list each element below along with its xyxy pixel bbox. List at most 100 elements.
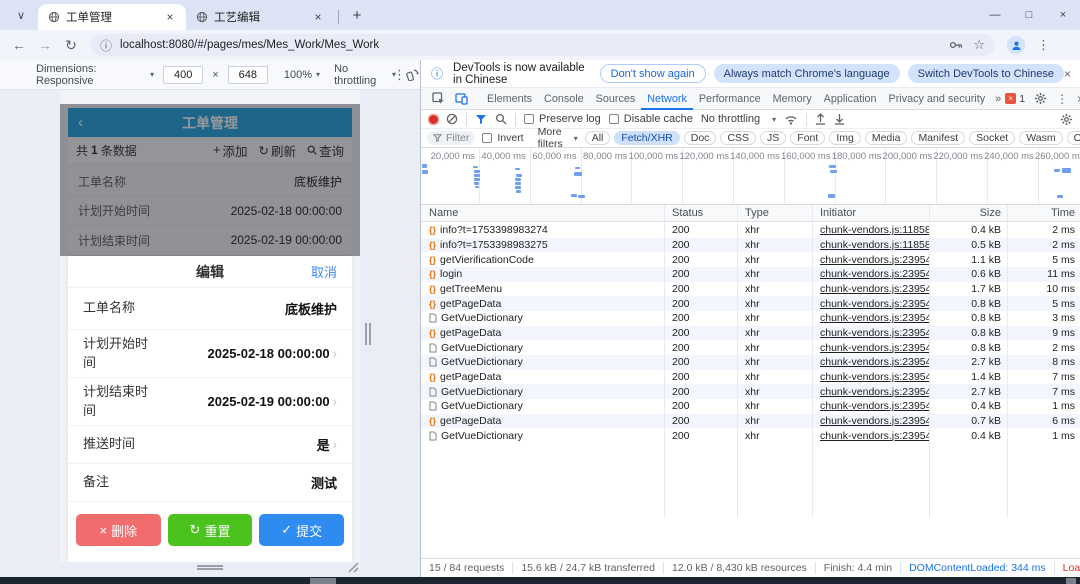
more-filters-dropdown[interactable]: More filters — [538, 126, 563, 150]
filter-chip[interactable]: Socket — [969, 131, 1016, 145]
network-request-row[interactable]: {} info?t=1753398983274 200 xhr chunk-ve… — [421, 223, 1080, 238]
preserve-log-checkbox[interactable]: Preserve log — [524, 113, 601, 125]
reload-button[interactable]: ↻ — [58, 37, 84, 54]
initiator-link[interactable]: chunk-vendors.js:23954 — [820, 430, 929, 442]
initiator-link[interactable]: chunk-vendors.js:23954 — [820, 312, 929, 324]
network-request-row[interactable]: {} getPageData 200 xhr chunk-vendors.js:… — [421, 325, 1080, 341]
network-request-row[interactable]: {} GetVueDictionary 200 xhr chunk-vendor… — [421, 384, 1080, 399]
form-row[interactable]: 备注 测试 › — [68, 464, 352, 502]
profile-avatar[interactable] — [1007, 36, 1025, 54]
minimize-button[interactable]: — — [978, 9, 1012, 21]
browser-tab-inactive[interactable]: 工艺编辑 × — [186, 4, 334, 30]
devtools-tab[interactable]: Network — [641, 88, 693, 110]
filter-chip[interactable]: Doc — [683, 131, 717, 145]
forward-button[interactable]: → — [32, 37, 58, 53]
import-har-icon[interactable] — [815, 113, 826, 125]
filter-chip[interactable]: Media — [864, 131, 908, 145]
infobar-close-icon[interactable]: × — [1064, 67, 1071, 81]
network-request-row[interactable]: {} info?t=1753398983275 200 xhr chunk-ve… — [421, 237, 1080, 253]
initiator-link[interactable]: chunk-vendors.js:11858 — [820, 224, 929, 236]
column-header[interactable]: Status — [664, 207, 737, 219]
network-conditions-icon[interactable] — [784, 114, 798, 125]
back-button[interactable]: ← — [6, 37, 32, 53]
device-height-input[interactable]: 648 — [227, 65, 268, 84]
network-settings-gear-icon[interactable] — [1060, 113, 1073, 126]
tab-close-icon[interactable]: × — [162, 10, 178, 24]
modal-action-button[interactable]: × 删除 — [76, 514, 161, 546]
form-row[interactable]: 工单名称 底板维护 › — [68, 288, 352, 330]
device-width-input[interactable]: 400 — [163, 65, 204, 84]
filter-chip[interactable]: JS — [760, 131, 787, 145]
search-icon[interactable] — [495, 113, 507, 125]
site-info-icon[interactable]: ⓘ — [100, 37, 112, 54]
form-row[interactable]: 计划开始时间 2025-02-18 00:00:00 › — [68, 330, 352, 378]
devtools-tab[interactable]: Elements — [481, 88, 538, 110]
column-header[interactable]: Size — [929, 207, 1007, 219]
modal-action-button[interactable]: ✓ 提交 — [259, 514, 345, 546]
always-match-language-button[interactable]: Always match Chrome's language — [713, 64, 900, 83]
filter-chip[interactable]: CSS — [720, 131, 757, 145]
filter-chip[interactable]: Img — [829, 131, 861, 145]
toggle-device-toolbar-icon[interactable] — [455, 92, 468, 105]
network-request-row[interactable]: {} getTreeMenu 200 xhr chunk-vendors.js:… — [421, 282, 1080, 297]
switch-to-chinese-button[interactable]: Switch DevTools to Chinese — [907, 64, 1064, 83]
export-har-icon[interactable] — [834, 113, 845, 125]
initiator-link[interactable]: chunk-vendors.js:23954 — [820, 415, 929, 427]
network-throttling-dropdown[interactable]: No throttling — [701, 113, 760, 125]
address-bar[interactable]: ⓘ localhost:8080/#/pages/mes/Mes_Work/Me… — [90, 34, 995, 56]
bookmark-star-icon[interactable]: ☆ — [973, 37, 985, 53]
network-request-row[interactable]: {} getVierificationCode 200 xhr chunk-ve… — [421, 252, 1080, 267]
network-overview-timeline[interactable]: 20,000 ms 40,000 ms 60,000 ms 80,000 ms 100,… — [421, 148, 1080, 205]
devtools-tab[interactable]: Application — [818, 88, 883, 110]
settings-gear-icon[interactable] — [1034, 92, 1047, 105]
disable-cache-checkbox[interactable]: Disable cache — [608, 113, 693, 125]
rotate-device-icon[interactable] — [406, 68, 420, 81]
devtools-tab[interactable]: Sources — [590, 88, 642, 110]
filter-chip[interactable]: Fetch/XHR — [614, 131, 680, 145]
inspect-element-icon[interactable] — [432, 92, 445, 105]
column-header[interactable]: Initiator — [812, 207, 929, 219]
initiator-link[interactable]: chunk-vendors.js:23954 — [820, 386, 929, 398]
initiator-link[interactable]: chunk-vendors.js:23954 — [820, 342, 929, 354]
initiator-link[interactable]: chunk-vendors.js:23954 — [820, 400, 929, 412]
network-request-row[interactable]: {} getPageData 200 xhr chunk-vendors.js:… — [421, 370, 1080, 385]
column-divider[interactable] — [929, 205, 930, 518]
devtools-tab[interactable]: Console — [538, 88, 590, 110]
column-header[interactable]: Type — [737, 207, 812, 219]
maximize-button[interactable]: □ — [1012, 9, 1046, 21]
new-tab-button[interactable]: + — [345, 3, 369, 27]
network-request-row[interactable]: {} GetVueDictionary 200 xhr chunk-vendor… — [421, 340, 1080, 355]
devtools-tab[interactable]: Memory — [767, 88, 818, 110]
initiator-link[interactable]: chunk-vendors.js:23954 — [820, 371, 929, 383]
column-header[interactable]: Name — [421, 207, 664, 219]
network-request-row[interactable]: {} GetVueDictionary 200 xhr chunk-vendor… — [421, 354, 1080, 370]
column-divider[interactable] — [1007, 205, 1008, 518]
window-close-button[interactable]: × — [1046, 9, 1080, 21]
throttling-dropdown[interactable]: No throttling — [334, 63, 388, 87]
cancel-button[interactable]: 取消 — [311, 262, 337, 281]
network-request-row[interactable]: {} GetVueDictionary 200 xhr chunk-vendor… — [421, 399, 1080, 414]
filter-input[interactable]: Filter — [427, 131, 476, 145]
initiator-link[interactable]: chunk-vendors.js:23954 — [820, 268, 929, 280]
clear-network-log-icon[interactable] — [446, 113, 458, 125]
viewport-resize-handle-bottom[interactable] — [197, 565, 223, 570]
devtools-menu-icon[interactable]: ⋮ — [1056, 92, 1068, 106]
initiator-link[interactable]: chunk-vendors.js:11858 — [820, 239, 929, 251]
column-divider[interactable] — [664, 205, 665, 518]
initiator-link[interactable]: chunk-vendors.js:23954 — [820, 254, 929, 266]
tab-search-button[interactable]: ∨ — [8, 2, 34, 28]
filter-icon[interactable] — [475, 114, 487, 125]
initiator-link[interactable]: chunk-vendors.js:23954 — [820, 283, 929, 295]
dont-show-again-button[interactable]: Don't show again — [599, 64, 706, 83]
device-toolbar-menu-icon[interactable]: ⋮ — [393, 67, 406, 83]
network-request-row[interactable]: {} login 200 xhr chunk-vendors.js:23954 … — [421, 266, 1080, 282]
column-divider[interactable] — [737, 205, 738, 518]
filter-chip[interactable]: Manifest — [911, 131, 966, 145]
column-divider[interactable] — [812, 205, 813, 518]
form-row[interactable]: 推送时间 是 › — [68, 426, 352, 464]
devtools-tab[interactable]: Performance — [693, 88, 767, 110]
filter-chip[interactable]: Wasm — [1019, 131, 1063, 145]
modal-backdrop[interactable] — [60, 104, 360, 256]
invert-checkbox[interactable]: Invert — [482, 132, 524, 144]
more-tabs-icon[interactable]: » — [991, 93, 1005, 105]
